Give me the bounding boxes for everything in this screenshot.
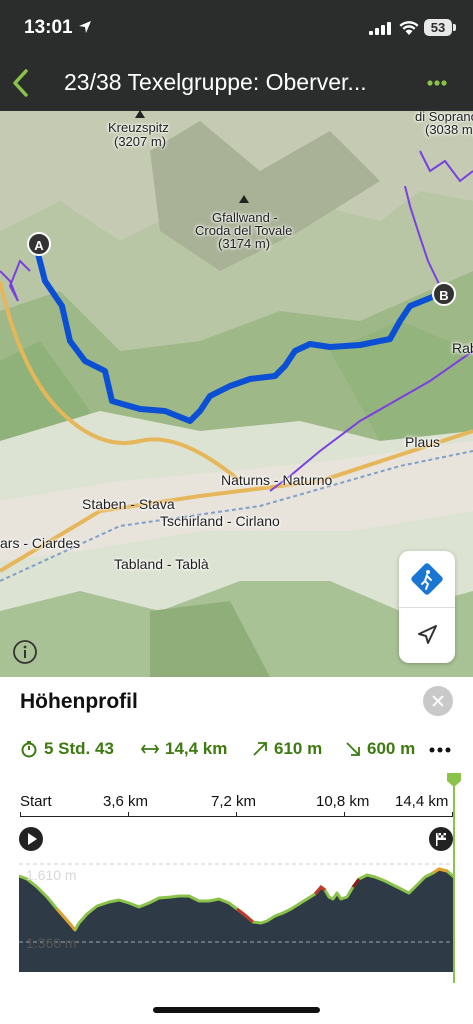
start-play-icon bbox=[19, 827, 43, 851]
chevron-left-icon bbox=[13, 69, 28, 97]
map-label-tschirland: Tschirland - Cirlano bbox=[160, 513, 280, 529]
panel-title: Höhenprofil bbox=[20, 690, 138, 713]
stat-duration: 5 Std. 43 bbox=[20, 739, 114, 759]
more-dots-icon bbox=[427, 80, 447, 86]
axis-label-start: Start bbox=[20, 793, 52, 810]
distance-arrows-icon bbox=[141, 744, 159, 754]
elevation-profile-chart[interactable] bbox=[19, 817, 454, 972]
location-arrow-icon bbox=[418, 625, 437, 644]
axis-label-km3: 10,8 km bbox=[316, 793, 370, 810]
elevation-high-label: 1.610 m bbox=[26, 867, 77, 883]
cellular-signal-icon bbox=[369, 22, 391, 35]
duration-value: 5 Std. 43 bbox=[44, 739, 114, 758]
stat-distance: 14,4 km bbox=[141, 739, 227, 759]
page-title: 23/38 Texelgruppe: Oberver... bbox=[64, 69, 367, 95]
peak-icon bbox=[239, 195, 249, 203]
map-label-soprano-elevation: (3038 m) bbox=[425, 122, 473, 137]
stat-descent: 600 m bbox=[345, 739, 415, 759]
stat-ascent: 610 m bbox=[252, 739, 322, 759]
peak-icon bbox=[135, 111, 145, 118]
map-label-staben: Staben - Stava bbox=[82, 496, 175, 512]
map-label-kreuzspitz-elevation: (3207 m) bbox=[114, 134, 167, 149]
wifi-icon bbox=[399, 21, 419, 35]
location-arrow-icon bbox=[79, 21, 91, 33]
more-dots-icon bbox=[429, 747, 451, 753]
elevation-profile-panel: Höhenprofil 5 Std. 43 14,4 km 610 m 600 … bbox=[0, 677, 473, 1024]
back-button[interactable] bbox=[8, 65, 38, 101]
route-start-marker[interactable]: A bbox=[27, 232, 51, 256]
map-view[interactable]: Kreuzspitz (3207 m) Gfallwand - Croda de… bbox=[0, 111, 473, 677]
more-options-button[interactable] bbox=[420, 71, 454, 95]
stopwatch-icon bbox=[21, 741, 37, 758]
axis-label-km4: 14,4 km bbox=[395, 793, 449, 810]
home-indicator[interactable] bbox=[153, 1007, 320, 1013]
controls-divider bbox=[399, 607, 455, 608]
status-time: 13:01 bbox=[24, 17, 73, 38]
map-label-rab: Rab bbox=[452, 340, 473, 356]
map-label-plaus: Plaus bbox=[405, 434, 441, 450]
position-scrubber[interactable] bbox=[444, 771, 464, 985]
map-label-naturns: Naturns - Naturno bbox=[221, 472, 333, 488]
ascent-value: 610 m bbox=[274, 739, 323, 758]
tour-stats: 5 Std. 43 14,4 km 610 m 600 m bbox=[20, 737, 430, 763]
route-end-marker[interactable]: B bbox=[432, 282, 456, 306]
map-label-tabland: Tabland - Tablà bbox=[114, 556, 209, 572]
stats-more-button[interactable] bbox=[426, 741, 454, 759]
map-label-kreuzspitz: Kreuzspitz bbox=[108, 120, 169, 135]
navigation-bar: 23/38 Texelgruppe: Oberver... bbox=[0, 55, 473, 111]
descent-value: 600 m bbox=[367, 739, 416, 758]
map-label-ciardes: ars - Ciardes bbox=[0, 535, 81, 551]
status-bar: 13:01 53 bbox=[0, 0, 473, 55]
axis-label-km2: 7,2 km bbox=[211, 793, 257, 810]
elevation-low-label: 1.360 m bbox=[26, 935, 77, 951]
info-icon bbox=[13, 640, 37, 664]
ascent-arrow-icon bbox=[253, 742, 267, 756]
map-info-button[interactable] bbox=[12, 639, 38, 665]
map-label-gfallwand-elevation: (3174 m) bbox=[218, 236, 271, 251]
locate-me-button[interactable] bbox=[407, 615, 447, 655]
descent-arrow-icon bbox=[346, 742, 360, 756]
close-panel-button[interactable] bbox=[423, 686, 453, 716]
hiker-direction-icon bbox=[411, 563, 443, 595]
scrubber-handle-icon bbox=[447, 773, 461, 983]
distance-value: 14,4 km bbox=[165, 739, 228, 758]
axis-label-km1: 3,6 km bbox=[103, 793, 149, 810]
map-controls bbox=[399, 551, 455, 663]
route-navigation-button[interactable] bbox=[407, 559, 447, 599]
battery-indicator: 53 bbox=[424, 19, 456, 36]
